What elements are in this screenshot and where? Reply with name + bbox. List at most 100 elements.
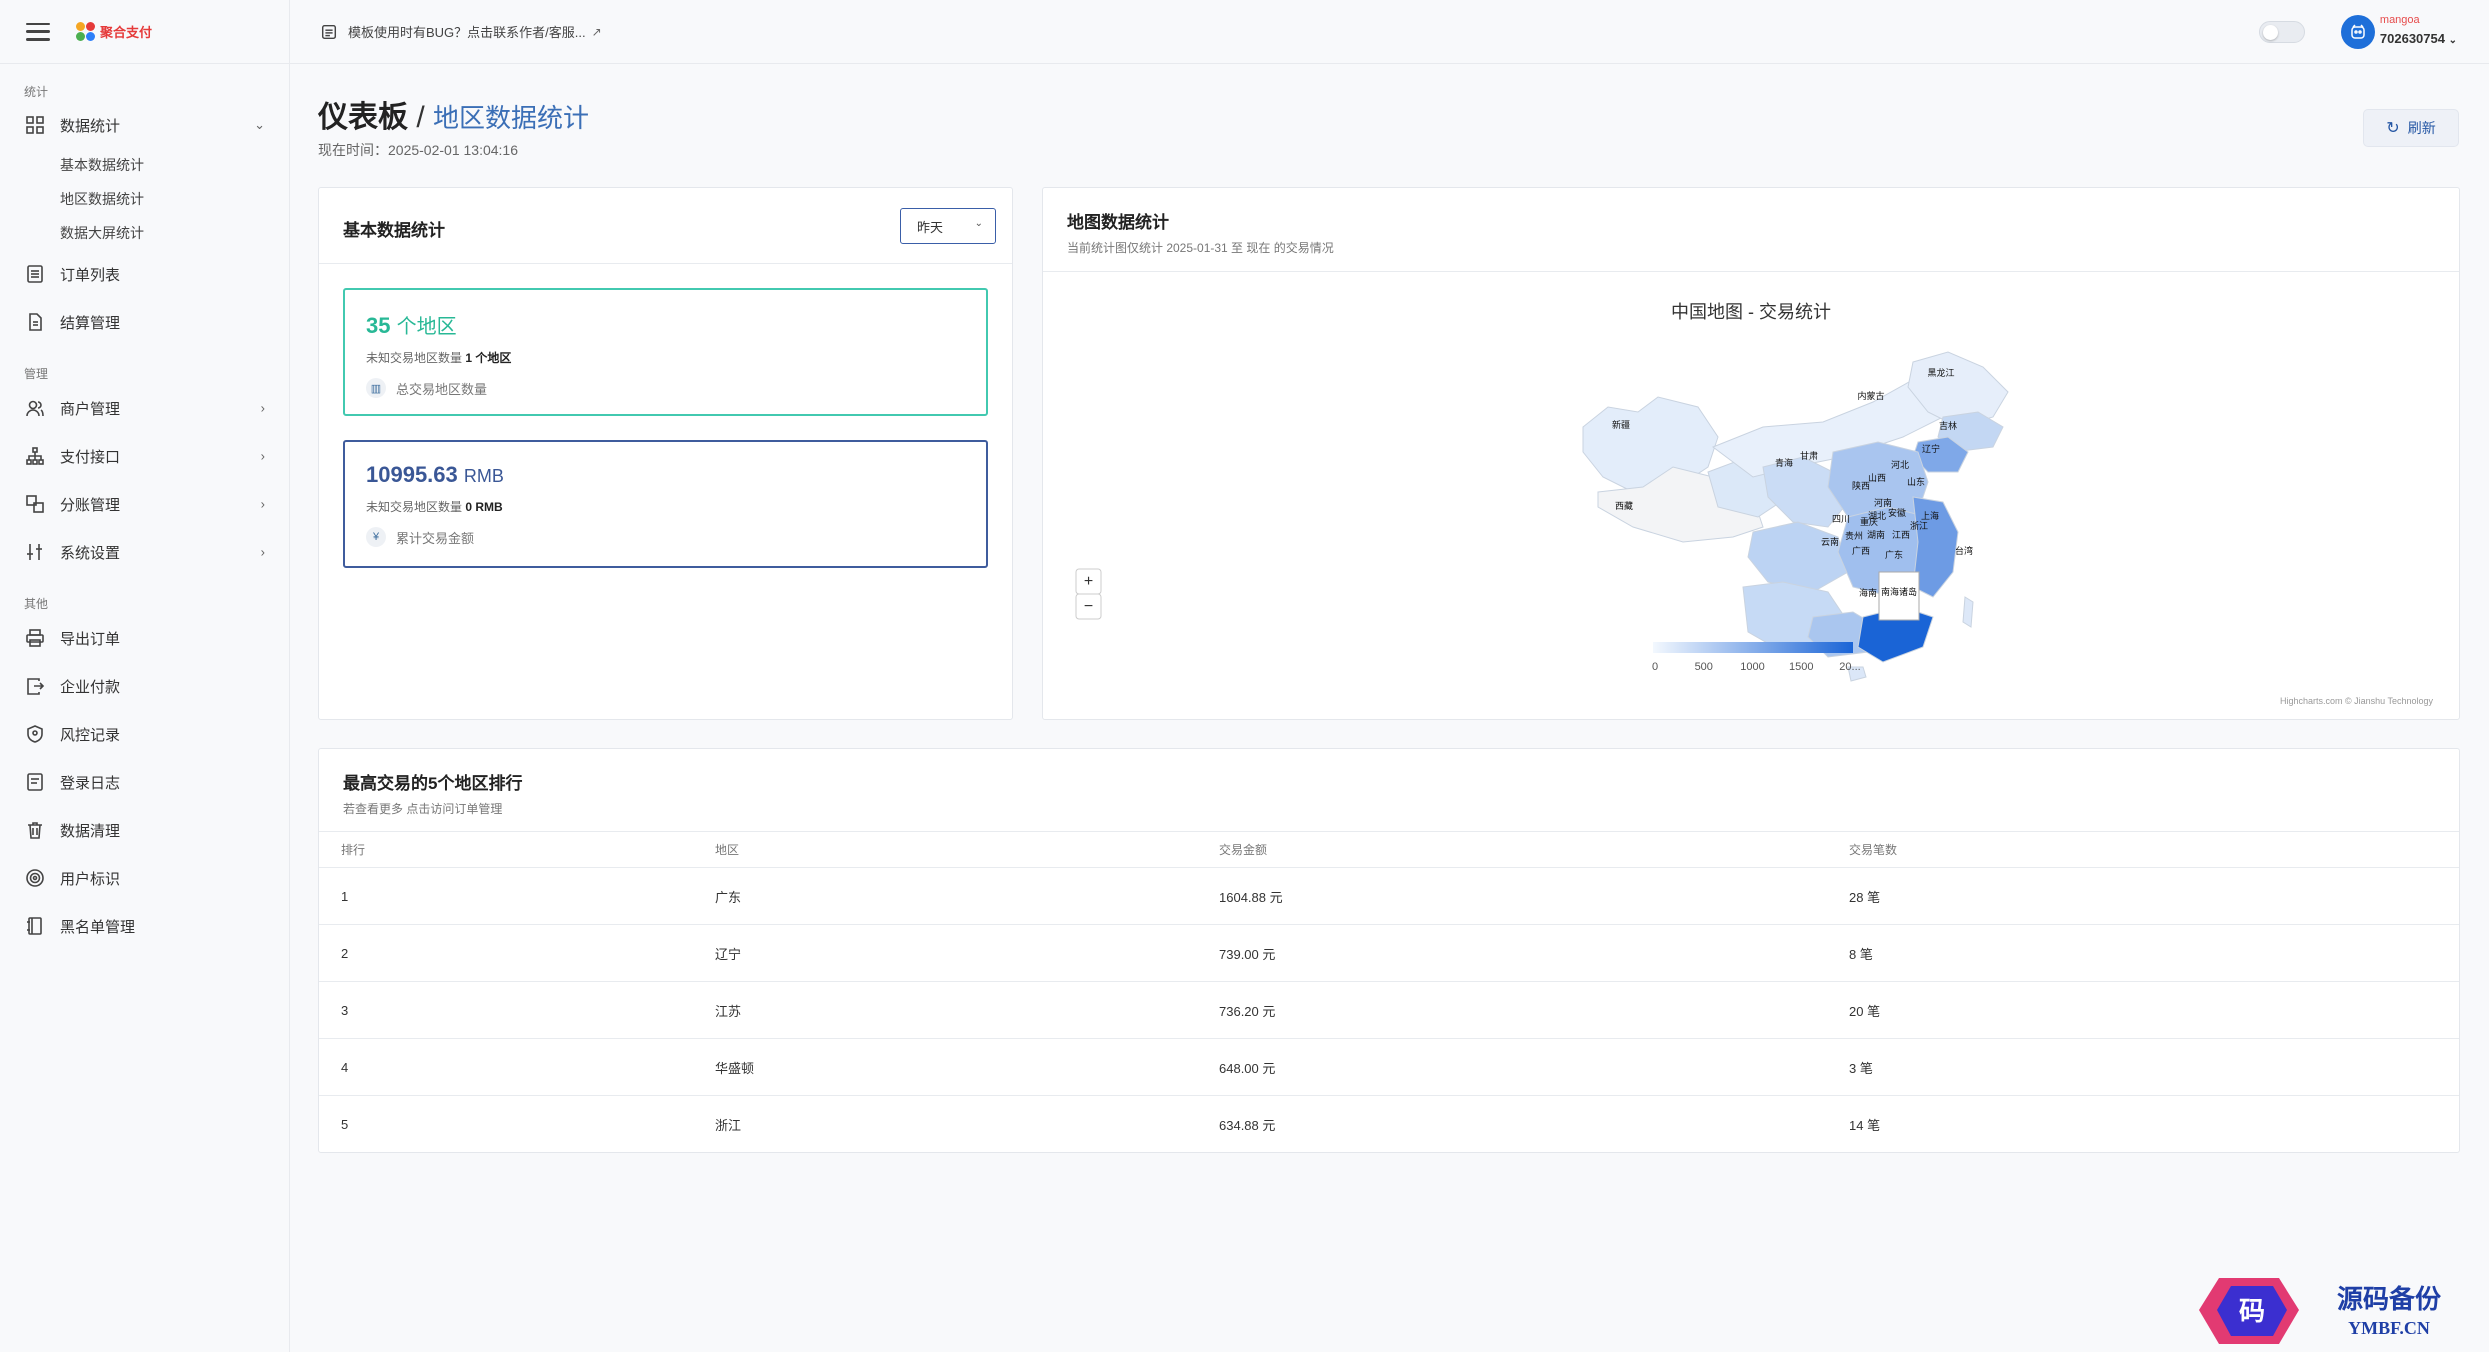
chevron-down-icon: ⌄ (974, 218, 983, 229)
sidebar-item-settings[interactable]: 系统设置 › (0, 528, 289, 576)
map-chart-title: 中国地图 - 交易统计 (1671, 302, 1831, 322)
user-menu[interactable]: mangoa 702630754 ⌄ (2380, 14, 2457, 46)
logo-icon (76, 21, 96, 42)
card-subtitle: 当前统计图仅统计 2025-01-31 至 现在 的交易情况 (1067, 241, 1334, 255)
sidebar-item-data-clean[interactable]: 数据清理 (0, 806, 289, 854)
avatar[interactable] (2341, 15, 2375, 49)
card-subtitle[interactable]: 若查看更多 点击访问订单管理 (343, 800, 2435, 817)
legend-tick-label: 0 (1652, 661, 1658, 673)
province-label: 山西 (1868, 473, 1886, 483)
cell-region: 辽宁 (715, 946, 742, 962)
avatar-face-icon (2351, 24, 2365, 39)
sidebar-item-label: 系统设置 (60, 544, 121, 562)
chart-credit[interactable]: Highcharts.com © Jianshu Technology (2280, 696, 2434, 706)
sidebar-item-label: 支付接口 (60, 448, 121, 466)
province-label: 江西 (1892, 530, 1910, 540)
sidebar-item-settlement[interactable]: 结算管理 (0, 298, 289, 346)
col-header-amount: 交易金额 (1219, 843, 1268, 857)
sidebar-item-blacklist[interactable]: 黑名单管理 (0, 902, 289, 950)
sidebar-item-export-orders[interactable]: 导出订单 (0, 614, 289, 662)
sidebar-item-user-tag[interactable]: 用户标识 (0, 854, 289, 902)
sliders-icon (24, 541, 46, 563)
table-row: 1 广东 1604.88 元 28 笔 (319, 867, 2459, 924)
ranking-table: 排行 地区 交易金额 交易笔数 1 广东 1604.88 元 28 笔 2 辽宁… (319, 831, 2459, 1152)
sidebar-subitem-dashboard-stats[interactable]: 数据大屏统计 (0, 216, 289, 250)
bug-notice-link[interactable]: 模板使用时有BUG？点击联系作者/客服... ↗ (320, 22, 602, 41)
sidebar-item-enterprise-pay[interactable]: 企业付款 (0, 662, 289, 710)
region-taiwan (1962, 596, 1974, 628)
color-axis-ticks: 0 500 1000 1500 20... (1652, 661, 1861, 673)
logo-text: 聚合支付 (100, 25, 153, 40)
region-count-box: 35 个地区 未知交易地区数量 1 个地区 ▥ 总交易地区数量 (343, 288, 988, 416)
watermark-logo: 码 源码备份 YMBF.CN (2199, 1278, 2441, 1344)
province-label: 青海 (1775, 457, 1793, 468)
sidebar-subitem-region-stats[interactable]: 地区数据统计 (0, 182, 289, 216)
file-export-icon (24, 675, 46, 697)
card-title: 地图数据统计 (1067, 213, 1169, 232)
cell-count: 28 笔 (1849, 889, 1881, 905)
sidebar-item-merchant[interactable]: 商户管理 › (0, 384, 289, 432)
watermark-text: 源码备份 (2337, 1284, 2441, 1314)
stat-label: 累计交易金额 (396, 530, 475, 546)
refresh-button[interactable]: ↻ 刷新 (2363, 109, 2459, 147)
stat-value-line: 10995.63 RMB (366, 462, 965, 488)
province-label: 黑龙江 (1927, 367, 1954, 378)
zoom-out-button[interactable]: − (1075, 593, 1102, 620)
province-label: 湖南 (1867, 529, 1885, 540)
amount-value: 10995.63 (366, 462, 458, 487)
cell-count: 20 笔 (1849, 1003, 1881, 1019)
basic-stats-card: 基本数据统计 昨天 ⌄ 35 个地区 未知交易地区数量 1 个地区 ▥ 总交易地… (318, 187, 1013, 720)
cell-amount: 634.88 元 (1219, 1117, 1276, 1133)
table-row: 4 华盛顿 648.00 元 3 笔 (319, 1038, 2459, 1095)
split-icon (24, 493, 46, 515)
sidebar-item-order-list[interactable]: 订单列表 (0, 250, 289, 298)
china-map-chart[interactable]: 中国地图 - 交易统计 黑龙江吉林辽宁 内蒙古新疆甘肃青海 河北山西 山东 陕西河南 西藏… (1043, 272, 2459, 719)
printer-icon (24, 627, 46, 649)
south-sea-label: 南海诸岛 (1881, 586, 1917, 597)
sidebar-item-login-log[interactable]: 登录日志 (0, 758, 289, 806)
cell-amount: 739.00 元 (1219, 946, 1276, 962)
refresh-label: 刷新 (2407, 120, 2436, 136)
province-label: 浙江 (1910, 520, 1928, 531)
cell-region: 江苏 (715, 1003, 742, 1019)
zoom-out-label: − (1084, 598, 1093, 615)
sidebar-item-data-stats[interactable]: 数据统计 ⌄ (0, 102, 289, 148)
cell-region: 华盛顿 (715, 1060, 755, 1076)
refresh-icon: ↻ (2386, 120, 2400, 137)
theme-toggle[interactable] (2259, 21, 2305, 43)
stat-note: 未知交易地区数量 1 个地区 (366, 349, 965, 366)
zoom-in-button[interactable]: + (1075, 568, 1102, 595)
province-label: 甘肃 (1800, 450, 1818, 461)
sidebar-item-payment-api[interactable]: 支付接口 › (0, 432, 289, 480)
province-label: 台湾 (1955, 545, 1973, 556)
card-title: 基本数据统计 (343, 221, 445, 240)
sidebar-item-label: 风控记录 (60, 726, 121, 744)
province-label: 安徽 (1888, 507, 1906, 518)
select-value: 昨天 (917, 219, 944, 235)
title-separator: / (416, 101, 425, 134)
legend-tick-label: 1000 (1740, 661, 1764, 673)
col-header-rank: 排行 (341, 843, 366, 857)
period-select[interactable]: 昨天 ⌄ (900, 208, 996, 244)
chevron-right-icon: › (260, 544, 265, 560)
map-icon: ▥ (366, 378, 386, 398)
sidebar-subitem-basic-stats[interactable]: 基本数据统计 (0, 148, 289, 182)
cell-rank: 2 (341, 945, 349, 961)
sidebar-item-label: 登录日志 (60, 774, 121, 792)
province-label: 山东 (1907, 476, 1925, 487)
target-icon (24, 867, 46, 889)
legend-tick-label: 1500 (1789, 661, 1813, 673)
province-label: 河南 (1874, 497, 1892, 508)
province-label: 新疆 (1612, 419, 1630, 430)
external-link-icon: ↗ (591, 24, 602, 39)
zoom-in-label: + (1084, 573, 1093, 590)
china-map (1582, 351, 2009, 682)
table-row: 2 辽宁 739.00 元 8 笔 (319, 924, 2459, 981)
cell-count: 8 笔 (1849, 946, 1873, 962)
province-label: 辽宁 (1922, 443, 1940, 454)
menu-toggle-icon[interactable] (26, 22, 50, 41)
sidebar-item-risk-records[interactable]: 风控记录 (0, 710, 289, 758)
app-logo[interactable]: 聚合支付 (76, 21, 153, 42)
watermark-glyph: 码 (2239, 1297, 2265, 1326)
sidebar-item-split[interactable]: 分账管理 › (0, 480, 289, 528)
